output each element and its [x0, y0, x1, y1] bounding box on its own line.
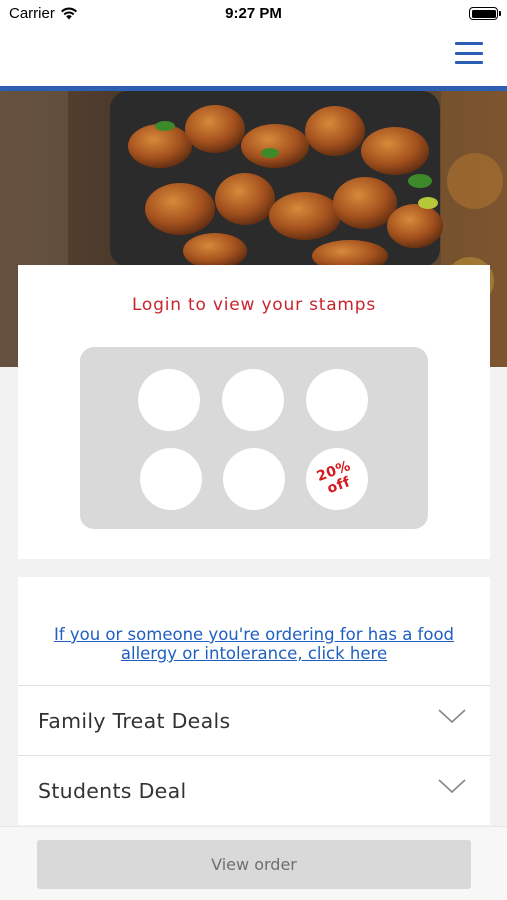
app-header: [0, 28, 507, 86]
reward-stamp: 20% off: [306, 448, 368, 510]
empty-stamp: [140, 448, 202, 510]
hamburger-menu-icon[interactable]: [455, 40, 483, 66]
empty-stamp: [223, 448, 285, 510]
footer-bar: View order: [0, 826, 507, 900]
chevron-down-icon: [438, 779, 466, 794]
accordion-label: Students Deal: [38, 778, 187, 803]
status-bar: Carrier 9:27 PM: [0, 0, 507, 28]
empty-stamp: [306, 369, 368, 431]
accordion-label: Family Treat Deals: [38, 708, 231, 733]
accordion-students-deal[interactable]: Students Deal: [18, 756, 490, 825]
reward-label: 20% off: [315, 458, 358, 499]
accordion-family-treat-deals[interactable]: Family Treat Deals: [18, 686, 490, 755]
stamp-login-prompt[interactable]: Login to view your stamps: [18, 295, 490, 315]
clock: 9:27 PM: [225, 5, 282, 22]
empty-stamp: [222, 369, 284, 431]
stamp-card: Login to view your stamps 20% off: [18, 265, 490, 559]
chevron-down-icon: [438, 709, 466, 724]
battery-icon: [469, 7, 501, 20]
empty-stamp: [138, 369, 200, 431]
allergy-info-link[interactable]: If you or someone you're ordering for ha…: [18, 625, 490, 663]
stamp-grid: 20% off: [80, 347, 428, 529]
view-order-button[interactable]: View order: [37, 840, 471, 889]
menu-card: If you or someone you're ordering for ha…: [18, 577, 490, 825]
